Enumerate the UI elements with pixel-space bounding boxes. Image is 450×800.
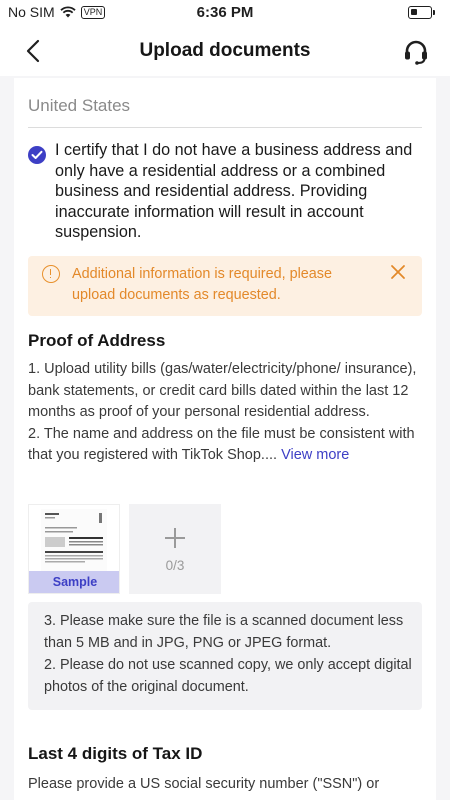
nav-bar: Upload documents [0, 26, 450, 76]
country-field[interactable]: United States [28, 90, 422, 128]
note-line-2: 2. Please do not use scanned copy, we on… [44, 657, 412, 695]
close-icon[interactable] [390, 264, 406, 280]
note-text: 3. Please make sure the file is a scanne… [44, 610, 412, 698]
plus-icon [165, 528, 185, 548]
tax-id-title: Last 4 digits of Tax ID [28, 744, 203, 763]
form-card: United States I certify that I do not ha… [14, 78, 436, 800]
proof-line-2: 2. The name and address on the file must… [28, 425, 415, 464]
exclamation-icon [42, 265, 60, 283]
headset-icon[interactable] [402, 38, 430, 66]
upload-button[interactable]: 0/3 [129, 504, 221, 594]
warning-text: Additional information is required, plea… [72, 266, 332, 303]
tax-id-description: Please provide a US social security numb… [28, 776, 380, 792]
view-more-link[interactable]: View more [281, 447, 349, 463]
sample-document-image [41, 509, 107, 573]
warning-banner: Additional information is required, plea… [28, 256, 422, 316]
note-line-1: 3. Please make sure the file is a scanne… [44, 613, 404, 651]
proof-of-address-description: 1. Upload utility bills (gas/water/elect… [28, 359, 424, 467]
upload-count: 0/3 [165, 558, 185, 573]
battery-icon [408, 6, 435, 19]
checkbox-checked-icon[interactable] [28, 146, 46, 164]
sample-document-thumbnail[interactable]: Sample [28, 504, 120, 594]
file-requirements-note: 3. Please make sure the file is a scanne… [28, 602, 422, 710]
page-title: Upload documents [139, 40, 311, 61]
proof-line-1: 1. Upload utility bills (gas/water/elect… [28, 361, 417, 420]
proof-of-address-title: Proof of Address [28, 331, 166, 350]
certify-text: I certify that I do not have a business … [55, 141, 413, 241]
status-time: 6:36 PM [196, 4, 254, 21]
sample-label: Sample [29, 571, 119, 593]
status-bar: No SIM VPN 6:36 PM [0, 0, 450, 26]
